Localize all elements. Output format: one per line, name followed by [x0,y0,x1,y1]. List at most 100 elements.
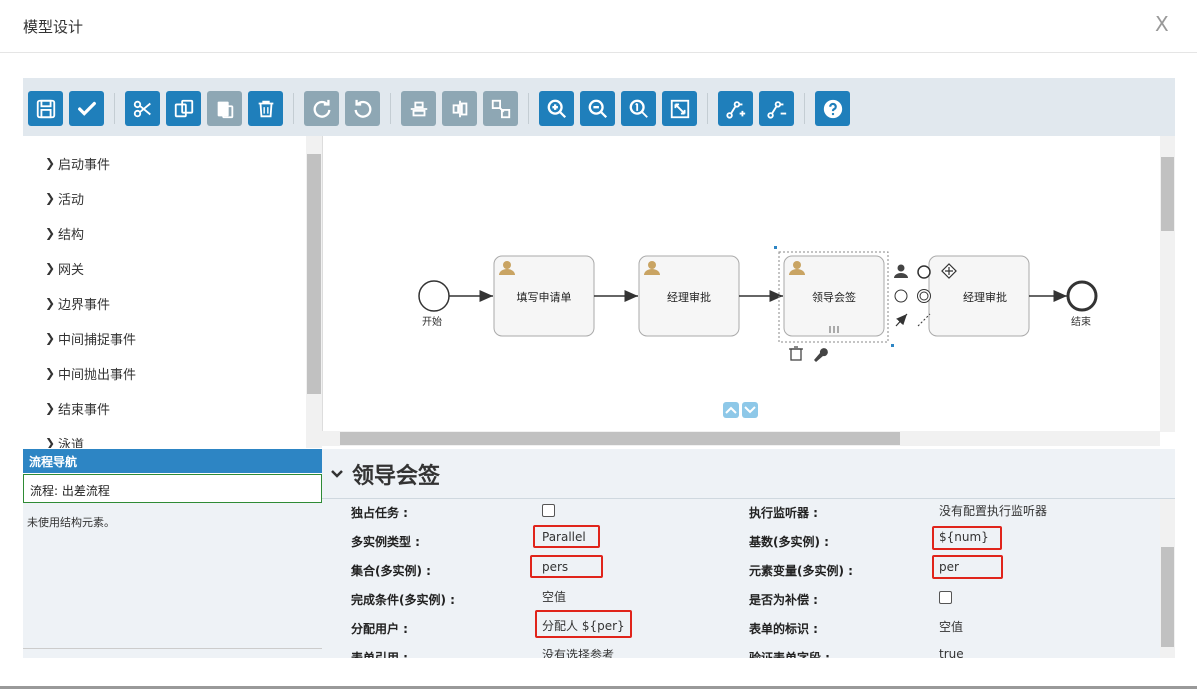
close-button[interactable]: X [1155,14,1169,34]
validate-form-value[interactable]: true [939,647,964,658]
assignee-value[interactable]: 分配人 ${per} [542,617,625,634]
end-event[interactable] [1066,280,1098,312]
chevron-right-icon: ❯ [45,261,56,275]
association-icon[interactable] [917,313,931,327]
end-label: 结束 [1071,317,1091,328]
undo-button[interactable] [345,91,380,126]
diagram-canvas[interactable]: 开始 填写申请单 经理审批 领导会签 经理审批 结束 [322,136,1160,432]
zoom-actual-button[interactable] [621,91,656,126]
start-event[interactable] [418,280,450,312]
prop-label: 验证表单字段 : [749,651,830,658]
zoom-fit-button[interactable] [662,91,697,126]
copy-button[interactable] [166,91,201,126]
navigator-flow[interactable]: 流程: 出差流程 [23,474,322,503]
navigator-note: 未使用结构元素。 [27,516,115,529]
zoom-out-button[interactable] [580,91,615,126]
paste-button[interactable] [207,91,242,126]
intermediate-event-icon[interactable] [894,289,908,303]
execution-listener-value[interactable]: 没有配置执行监听器 [939,502,1047,519]
validate-button[interactable] [69,91,104,126]
shape-palette: ❯ 启动事件 ❯ 活动 ❯ 结构 ❯ 网关 ❯ 边界事件 ❯ 中间捕捉事件 ❯ 中间抛出事件 … [23,136,322,448]
delete-button[interactable] [248,91,283,126]
scroll-down-icon[interactable] [742,402,758,418]
redo-icon [313,99,330,118]
exclusive-checkbox[interactable] [542,504,555,517]
prop-label: 完成条件(多实例) : [351,593,455,607]
zoom-in-icon [547,99,566,118]
wrench-icon[interactable] [814,348,828,362]
zoom-in-button[interactable] [539,91,574,126]
same-size-icon [491,99,510,118]
navigator-header: 流程导航 [23,449,322,473]
redo-button[interactable] [304,91,339,126]
prop-label: 多实例类型 : [351,535,420,549]
align-horizontal-button[interactable] [401,91,436,126]
palette-item[interactable]: ❯ 结束事件 [45,398,110,418]
palette-item[interactable]: ❯ 中间抛出事件 [45,363,136,383]
add-bendpoint-icon [725,100,745,119]
prop-label: 分配用户 : [351,622,408,636]
multi-instance-type-value[interactable]: Parallel [542,530,586,544]
cardinality-value[interactable]: ${num} [939,530,989,544]
properties-panel: 独占任务 : 多实例类型 : Parallel 集合(多实例) : pers 完… [322,499,1160,658]
prop-label: 独占任务 : [351,506,408,520]
palette-scroll-thumb[interactable] [307,154,321,394]
properties-title[interactable]: 领导会签 [330,458,440,490]
canvas-vertical-scroll-thumb[interactable] [1161,157,1174,231]
prop-label: 元素变量(多实例) : [749,564,853,578]
completion-condition-value[interactable]: 空值 [542,588,566,605]
chevron-right-icon: ❯ [45,156,56,170]
chevron-right-icon: ❯ [45,366,56,380]
palette-item[interactable]: ❯ 边界事件 [45,293,110,313]
chevron-right-icon: ❯ [45,296,56,310]
collection-value[interactable]: pers [542,560,568,574]
zoom-out-icon [588,99,607,118]
form-reference-value[interactable]: 没有选择参考 [542,646,614,658]
trash-icon[interactable] [789,346,803,361]
bpmn-diagram [418,246,1098,418]
palette-item[interactable]: ❯ 活动 [45,188,84,208]
align-vertical-button[interactable] [442,91,477,126]
chevron-right-icon: ❯ [45,191,56,205]
remove-bendpoint-button[interactable] [759,91,794,126]
chevron-right-icon: ❯ [45,401,56,415]
divider [0,52,1197,53]
element-variable-value[interactable]: per [939,560,959,574]
palette-item[interactable]: ❯ 中间捕捉事件 [45,328,136,348]
prop-label: 基数(多实例) : [749,535,829,549]
sequence-flow-icon[interactable] [895,313,908,327]
compensation-checkbox[interactable] [939,591,952,604]
palette-item[interactable]: ❯ 泳道 [45,433,84,448]
copy-icon [174,99,193,117]
paste-icon [217,101,233,118]
same-size-button[interactable] [483,91,518,126]
chevron-right-icon: ❯ [45,436,56,448]
prop-label: 是否为补偿 : [749,593,818,607]
palette-item[interactable]: ❯ 网关 [45,258,84,278]
prop-label: 表单引用 : [351,651,408,658]
dialog-title: 模型设计 [23,18,84,36]
save-icon [36,99,55,118]
scissors-icon [133,100,151,117]
align-vertical-icon [452,100,467,117]
properties-header [322,449,1175,499]
palette-item[interactable]: ❯ 结构 [45,223,84,243]
properties-scroll-thumb[interactable] [1161,547,1174,647]
add-bendpoint-button[interactable] [718,91,753,126]
intermediate-catch-icon[interactable] [917,289,931,303]
save-button[interactable] [28,91,63,126]
cut-button[interactable] [125,91,160,126]
end-event-icon[interactable] [917,265,931,279]
task-label: 填写申请单 [516,291,572,304]
form-key-value[interactable]: 空值 [939,618,963,635]
zoom-fit-icon [670,99,689,118]
scroll-up-icon[interactable] [723,402,739,418]
chevron-right-icon: ❯ [45,331,56,345]
help-button[interactable] [815,91,850,126]
user-task-icon[interactable] [894,264,908,279]
prop-label: 执行监听器 : [749,506,818,520]
canvas-horizontal-scroll-thumb[interactable] [340,432,900,445]
palette-item[interactable]: ❯ 启动事件 [45,153,110,173]
prop-label: 集合(多实例) : [351,564,431,578]
task-label: 领导会签 [812,291,856,304]
